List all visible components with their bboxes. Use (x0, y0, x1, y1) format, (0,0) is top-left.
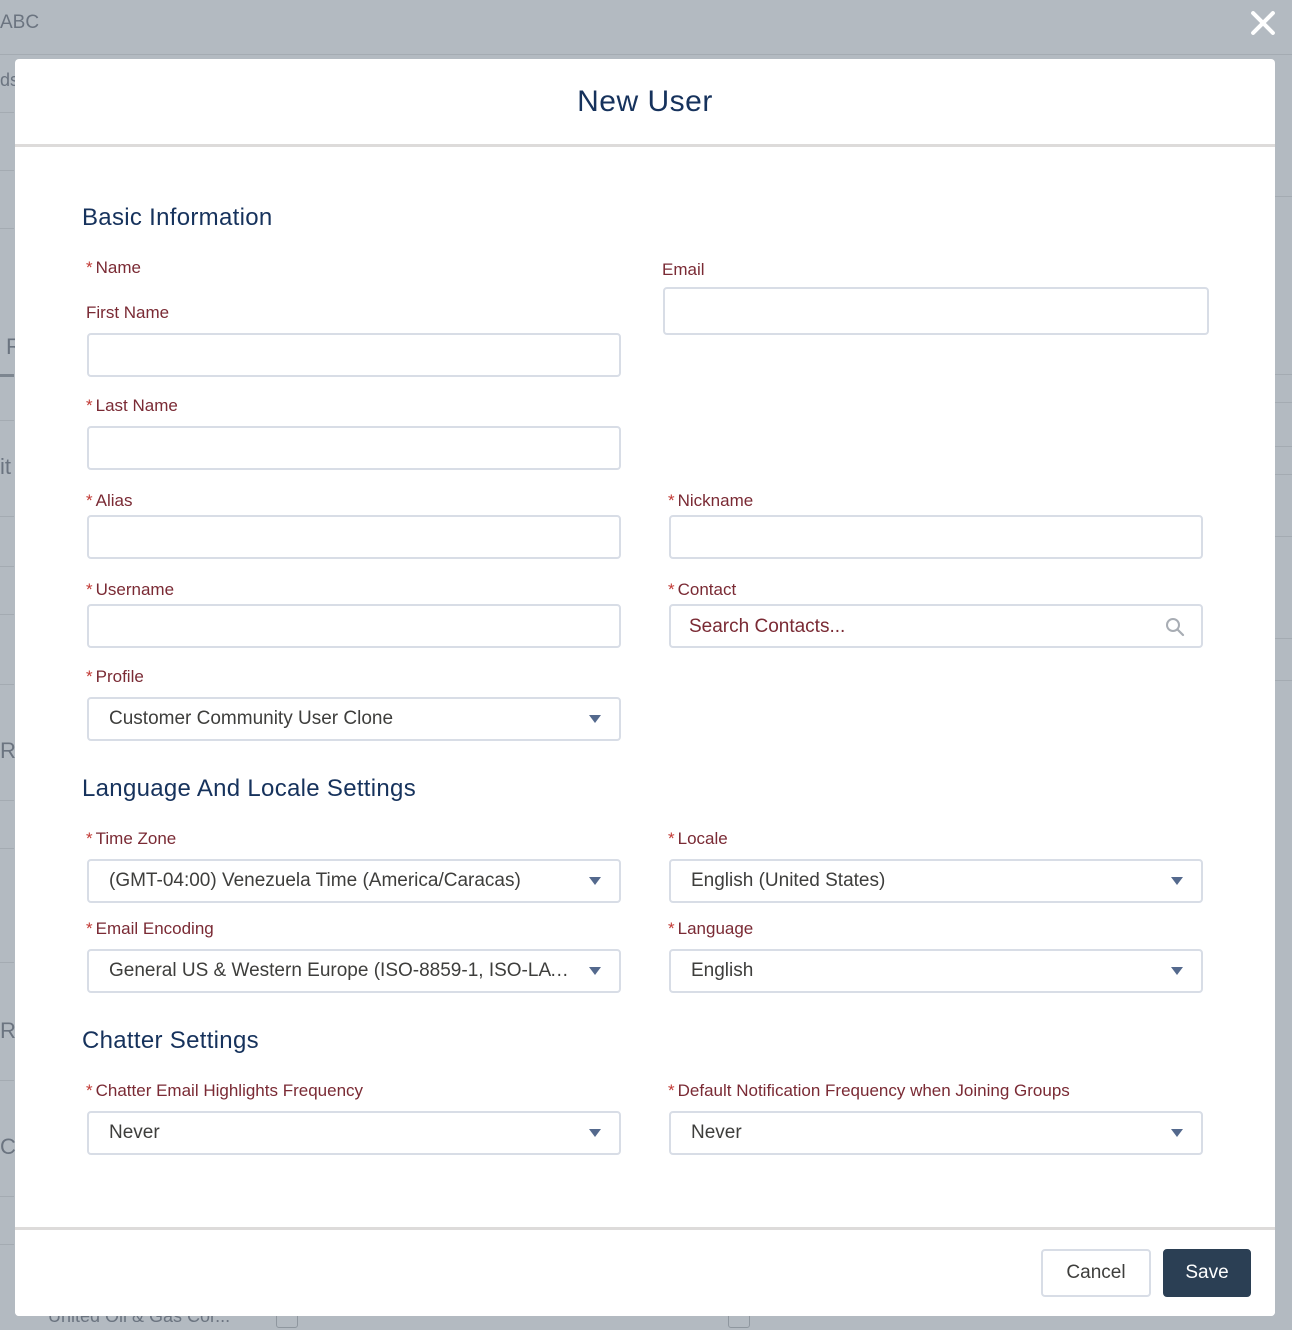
last-name-input[interactable] (87, 426, 621, 470)
background-divider (1275, 196, 1292, 197)
close-icon[interactable] (1246, 6, 1280, 40)
background-divider (0, 684, 14, 685)
chevron-down-icon (1171, 1129, 1183, 1137)
chevron-down-icon (1171, 877, 1183, 885)
background-divider (0, 614, 14, 615)
alias-input[interactable] (87, 515, 621, 559)
background-divider (0, 962, 14, 963)
section-title-basic-information: Basic Information (82, 204, 273, 231)
background-divider (0, 170, 14, 171)
email-input[interactable] (663, 287, 1209, 335)
background-divider (0, 112, 14, 113)
background-divider (0, 374, 14, 377)
first-name-input[interactable] (87, 333, 621, 377)
profile-label: * Profile (86, 667, 144, 686)
contact-search-placeholder: Search Contacts... (689, 616, 846, 637)
locale-select[interactable]: English (United States) (669, 859, 1203, 903)
background-fragment: R (0, 738, 16, 763)
search-icon (1166, 618, 1185, 637)
background-fragment: R (0, 1018, 16, 1043)
background-app-text: ABC (0, 12, 40, 33)
background-divider (0, 1196, 14, 1197)
background-divider (0, 420, 14, 421)
cancel-button[interactable]: Cancel (1041, 1249, 1151, 1297)
nickname-label: * Nickname (668, 491, 754, 510)
background-divider (0, 800, 14, 801)
background-fragment: it (0, 454, 11, 479)
new-user-modal: New User Basic Information * Name First N… (15, 59, 1275, 1316)
time-zone-label: * Time Zone (86, 829, 177, 848)
chatter-email-frequency-select[interactable]: Never (87, 1111, 621, 1155)
email-encoding-label: * Email Encoding (86, 919, 214, 938)
background-divider (1275, 536, 1292, 537)
background-divider (0, 516, 14, 517)
required-marker: * (86, 258, 93, 277)
background-divider (1275, 446, 1292, 447)
language-label: * Language (668, 919, 754, 938)
profile-select[interactable]: Customer Community User Clone (87, 697, 621, 741)
background-divider (0, 228, 14, 229)
section-title-language-locale: Language And Locale Settings (82, 775, 417, 802)
contact-label: * Contact (668, 580, 737, 599)
chevron-down-icon (589, 715, 601, 723)
chevron-down-icon (589, 967, 601, 975)
username-label: * Username (86, 580, 175, 599)
last-name-label: * Last Name (86, 396, 178, 415)
modal-header: New User (15, 59, 1275, 147)
background-divider (0, 1080, 14, 1081)
background-divider (1275, 402, 1292, 403)
alias-label: * Alias (86, 491, 133, 510)
background-divider (1275, 474, 1292, 475)
username-input[interactable] (87, 604, 621, 648)
modal-title: New User (577, 84, 713, 118)
chevron-down-icon (589, 877, 601, 885)
chatter-email-frequency-label: * Chatter Email Highlights Frequency (86, 1081, 364, 1100)
name-label: * Name (86, 258, 141, 277)
background-divider (1275, 680, 1292, 681)
chevron-down-icon (589, 1129, 601, 1137)
default-notification-frequency-label: * Default Notification Frequency when Joi… (668, 1081, 1070, 1100)
background-divider (0, 848, 14, 849)
first-name-label: First Name (86, 303, 170, 322)
locale-label: * Locale (668, 829, 728, 848)
nickname-input[interactable] (669, 515, 1203, 559)
chevron-down-icon (1171, 967, 1183, 975)
background-divider (1275, 374, 1292, 375)
background-divider (1275, 638, 1292, 639)
time-zone-select[interactable]: (GMT-04:00) Venezuela Time (America/Cara… (87, 859, 621, 903)
modal-footer: Cancel Save (15, 1227, 1275, 1316)
contact-search-input[interactable]: Search Contacts... (669, 604, 1203, 648)
save-button[interactable]: Save (1163, 1249, 1251, 1297)
background-divider (0, 566, 14, 567)
background-header (0, 0, 1292, 55)
language-select[interactable]: English (669, 949, 1203, 993)
background-divider (0, 1244, 14, 1245)
email-label: Email (662, 260, 705, 279)
section-title-chatter-settings: Chatter Settings (82, 1027, 259, 1054)
email-encoding-select[interactable]: General US & Western Europe (ISO-8859-1,… (87, 949, 621, 993)
default-notification-frequency-select[interactable]: Never (669, 1111, 1203, 1155)
